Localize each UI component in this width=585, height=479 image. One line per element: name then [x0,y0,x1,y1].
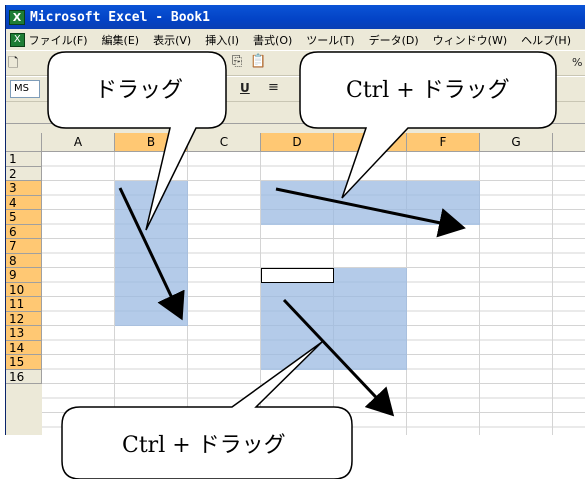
ctrl-drag-bottom-arrow [282,298,395,417]
ctrl-drag-bottom-callout-label: Ctrl + ドラッグ [122,433,286,458]
ctrl-drag-top-arrow [275,187,466,238]
drag-arrow [118,187,185,321]
drag-callout-label: ドラッグ [95,78,184,103]
ctrl-drag-top-callout-label: Ctrl + ドラッグ [346,78,510,103]
